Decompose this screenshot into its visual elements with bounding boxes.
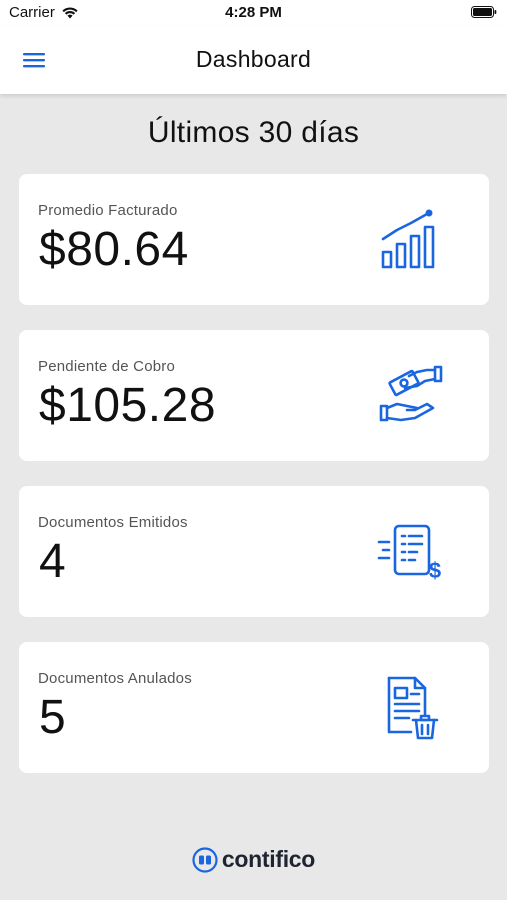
card-promedio-facturado[interactable]: Promedio Facturado $80.64 xyxy=(19,174,489,305)
battery-icon xyxy=(471,6,497,18)
card-pendiente-de-cobro[interactable]: Pendiente de Cobro $105.28 xyxy=(19,330,489,461)
document-delete-icon xyxy=(387,676,439,740)
card-label: Documentos Anulados xyxy=(38,670,192,687)
navigation-bar: Dashboard xyxy=(0,26,507,94)
brand-logo: contifico xyxy=(0,846,507,873)
status-bar: Carrier 4:28 PM xyxy=(0,0,507,26)
card-documentos-emitidos[interactable]: Documentos Emitidos 4 $ xyxy=(19,486,489,617)
logo-wordmark: contifico xyxy=(221,846,316,872)
money-hand-icon xyxy=(379,365,443,422)
card-value: 5 xyxy=(39,691,67,744)
card-value: $105.28 xyxy=(39,379,217,432)
growth-chart-icon xyxy=(381,209,435,269)
invoice-dollar-icon: $ xyxy=(377,524,441,583)
card-value: 4 xyxy=(39,535,67,588)
status-time: 4:28 PM xyxy=(225,4,282,21)
card-label: Pendiente de Cobro xyxy=(38,358,176,375)
card-label: Documentos Emitidos xyxy=(38,514,188,531)
card-label: Promedio Facturado xyxy=(38,202,178,219)
page-title: Dashboard xyxy=(195,46,312,72)
contifico-logo-icon xyxy=(192,846,218,873)
period-title: Últimos 30 días xyxy=(147,116,360,149)
card-documentos-anulados[interactable]: Documentos Anulados 5 xyxy=(19,642,489,773)
svg-text:$: $ xyxy=(429,558,441,583)
card-value: $80.64 xyxy=(39,223,189,276)
